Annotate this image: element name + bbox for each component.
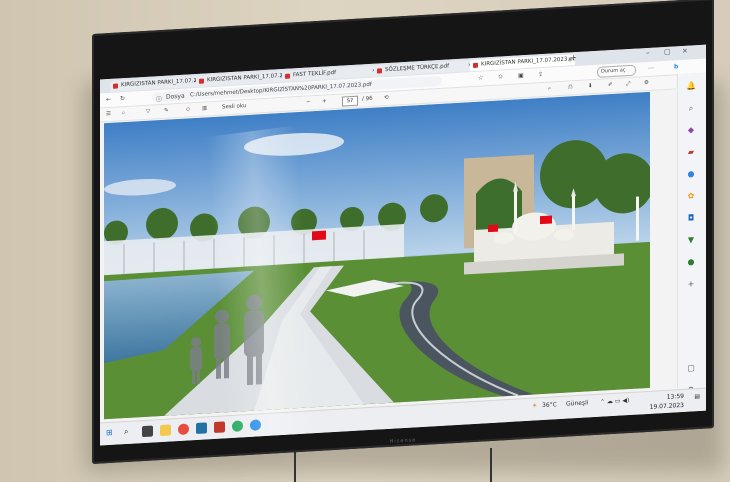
rotate-icon[interactable]: ⟲ <box>384 95 389 101</box>
tv-cable <box>294 448 296 482</box>
profile-button[interactable]: Durum aç <box>597 64 636 78</box>
close-window-icon[interactable]: × <box>682 47 688 55</box>
tab-title: KIRGIZİSTAN PARKI_17.07.2023.pdf <box>481 55 575 68</box>
pdf-icon <box>113 83 118 89</box>
add-icon[interactable]: + <box>686 279 696 290</box>
toolbox-icon[interactable]: ▰ <box>686 147 696 158</box>
app-icon[interactable] <box>214 421 225 433</box>
search-icon[interactable]: ⌕ <box>686 103 696 114</box>
zoom-out-button[interactable]: − <box>306 99 311 105</box>
star-icon[interactable]: ☆ <box>478 74 483 81</box>
system-tray-icons[interactable]: ⌃ ☁ ▭ ◀) <box>600 397 629 406</box>
pdf-icon <box>285 73 290 79</box>
settings-icon[interactable]: ⚙ <box>644 80 649 86</box>
edge-sidebar: 🔔 ⌕ ◆ ▰ ● ✿ ◘ ▼ ● + ▢ ⚙ <box>677 72 706 395</box>
rendering-image <box>104 91 650 420</box>
new-tab-button[interactable]: + <box>570 53 577 62</box>
erase-icon[interactable]: ◇ <box>186 106 190 112</box>
bing-icon[interactable]: b <box>674 63 678 70</box>
sidebar-toggle-icon[interactable]: ▢ <box>686 363 696 374</box>
zoom-in-button[interactable]: + <box>322 98 327 104</box>
search-icon[interactable]: ⌕ <box>124 427 135 439</box>
tab-title: KIRGIZISTAN PARKI_17.07.2 <box>121 77 197 89</box>
games-icon[interactable]: ✿ <box>686 191 696 202</box>
windows-start-icon[interactable]: ⊞ <box>106 428 117 440</box>
tab-title: SÖZLEŞME TÜRKÇE.pdf <box>385 63 450 74</box>
weather-desc: Güneşli <box>566 399 589 408</box>
highlight-icon[interactable]: ✎ <box>164 108 169 114</box>
read-aloud-label[interactable]: Sesli oku <box>222 103 246 110</box>
minimize-icon[interactable]: – <box>646 49 650 57</box>
app-icon[interactable] <box>196 422 207 435</box>
collections-icon[interactable]: ▣ <box>518 72 524 79</box>
weather-icon: ☀ <box>532 402 538 410</box>
tag-icon[interactable]: ◆ <box>686 125 696 136</box>
pdf-icon <box>199 78 204 84</box>
tv-screen: KIRGIZISTAN PARKI_17.07.2 × KIRGIZISTAN … <box>100 44 706 446</box>
page-number-input[interactable]: 57 <box>342 95 358 107</box>
date: 19.07.2023 <box>649 401 684 411</box>
outlook-icon[interactable]: ◘ <box>686 213 696 224</box>
pdf-icon <box>377 68 382 74</box>
tab-title: FAST TEKLİF.pdf <box>293 69 337 79</box>
fullscreen-icon[interactable]: ⤢ <box>626 81 630 88</box>
annotate-icon[interactable]: ✐ <box>608 82 613 88</box>
tv-bezel: Hisense KIRGIZISTAN PARKI_17.07.2 × KIRG… <box>92 0 714 464</box>
search-icon[interactable]: ⌕ <box>122 110 125 117</box>
print-icon[interactable]: ⎙ <box>568 84 572 91</box>
menu-icon[interactable]: ⋯ <box>648 65 654 72</box>
shopping-icon[interactable]: ▼ <box>686 235 696 246</box>
favorites-icon[interactable]: ✩ <box>498 73 503 80</box>
search-icon[interactable]: ⌕ <box>548 86 551 93</box>
person-icon[interactable]: ● <box>686 169 696 180</box>
file-explorer-icon[interactable] <box>160 424 171 437</box>
share-icon[interactable]: ⇪ <box>538 71 543 78</box>
back-icon[interactable]: ← <box>106 96 111 103</box>
park-rendering <box>104 91 650 420</box>
tab-title: KIRGIZISTAN PARKI_17.07.2 <box>207 72 283 84</box>
contents-icon[interactable]: ☰ <box>106 111 111 117</box>
chrome-icon[interactable] <box>178 423 189 436</box>
bell-icon[interactable]: 🔔 <box>686 81 696 92</box>
clock[interactable]: 13:59 19.07.2023 <box>650 392 684 412</box>
pdf-icon <box>473 62 478 69</box>
info-icon: ⓘ <box>156 95 163 104</box>
drop-icon[interactable]: ● <box>686 257 696 268</box>
page-total: / 96 <box>362 95 373 103</box>
weather-temp: 36°C <box>542 401 557 410</box>
maximize-icon[interactable]: ▢ <box>664 48 671 56</box>
refresh-icon[interactable]: ↻ <box>120 95 125 102</box>
save-icon[interactable]: ⬇ <box>588 83 593 89</box>
notification-icon[interactable]: ▤ <box>694 393 700 400</box>
draw-icon[interactable]: ▽ <box>146 109 150 115</box>
page-view-icon[interactable]: ▥ <box>202 105 207 111</box>
tv-cable <box>490 448 492 482</box>
task-view-icon[interactable] <box>142 425 153 438</box>
file-label: Dosya <box>166 92 185 101</box>
